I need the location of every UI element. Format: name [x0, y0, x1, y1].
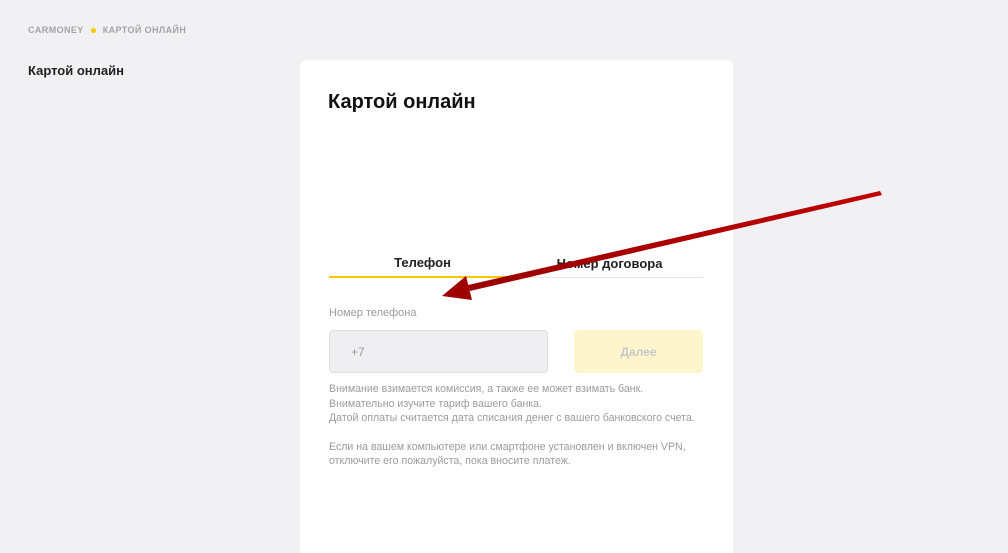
phone-field-label: Номер телефона: [329, 307, 417, 319]
page-title: Картой онлайн: [328, 91, 476, 113]
breadcrumb-root-link[interactable]: CARMONEY: [28, 25, 84, 35]
sidebar-title: Картой онлайн: [28, 63, 124, 78]
tab-contract-number[interactable]: Номер договора: [516, 240, 703, 277]
page: CARMONEY КАРТОЙ ОНЛАЙН Картой онлайн Кар…: [0, 0, 1008, 553]
next-button[interactable]: Далее: [574, 330, 703, 373]
notice-payment-date-text: Датой оплаты считается дата списания ден…: [329, 412, 695, 425]
tab-phone[interactable]: Телефон: [329, 240, 516, 278]
breadcrumb: CARMONEY КАРТОЙ ОНЛАЙН: [28, 25, 186, 35]
breadcrumb-separator-dot: [90, 27, 96, 33]
breadcrumb-current: КАРТОЙ ОНЛАЙН: [102, 25, 187, 35]
notice-commission-text: Внимание взимается комиссия, а также ее …: [329, 383, 644, 410]
phone-input[interactable]: [329, 330, 548, 373]
payment-card: Картой онлайн Телефон Номер договора Ном…: [300, 60, 733, 553]
commission-notice: Внимание взимается комиссия, а также ее …: [329, 382, 703, 469]
payment-method-tabs: Телефон Номер договора: [329, 240, 703, 278]
notice-vpn-text: Если на вашем компьютере или смартфоне у…: [329, 440, 686, 468]
